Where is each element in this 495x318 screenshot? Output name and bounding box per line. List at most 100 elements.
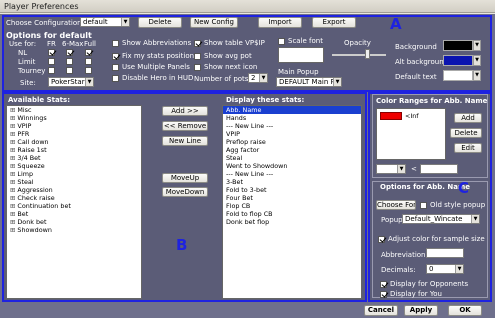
display-stats-list[interactable]: Abb. Name Hands --- New Line --- VPIP Preflo… (222, 105, 362, 299)
list-item[interactable]: ⊞ Continuation bet (7, 202, 141, 210)
chevron-down-icon[interactable]: ▼ (473, 55, 481, 66)
number-of-pots-select[interactable]: 2 ▼ (248, 73, 268, 83)
default-text-color-swatch[interactable] (443, 70, 473, 81)
list-item[interactable]: VPIP (223, 130, 361, 138)
list-item[interactable]: Abb. Name (223, 106, 361, 114)
tourney-6max-checkbox[interactable] (66, 67, 73, 74)
list-item[interactable]: ⊞ Check raise (7, 194, 141, 202)
show-table-vpip-checkbox[interactable] (194, 39, 201, 47)
show-next-icon-option[interactable]: Show next icon (194, 63, 257, 71)
new-line-button[interactable]: New Line (162, 136, 208, 146)
list-item[interactable]: ⊞ Call down (7, 138, 141, 146)
list-item[interactable]: Fold to 3-bet (223, 186, 361, 194)
disable-hero-option[interactable]: Disable Hero in HUD (112, 74, 193, 82)
adjust-color-checkbox[interactable] (378, 235, 385, 243)
nl-full-checkbox[interactable] (85, 49, 92, 56)
display-you-option[interactable]: Display for You (380, 290, 442, 298)
list-item[interactable]: Donk bet flop (223, 218, 361, 226)
list-item[interactable]: Hands (223, 114, 361, 122)
scale-font-checkbox[interactable] (278, 37, 285, 45)
list-item[interactable]: Fold to flop CB (223, 210, 361, 218)
color-range-entry[interactable]: <Inf (380, 112, 442, 120)
range-value-input[interactable] (420, 164, 458, 174)
adjust-color-option[interactable]: Adjust color for sample size (378, 235, 485, 243)
delete-range-button[interactable]: Delete (450, 128, 482, 138)
list-item[interactable]: ⊞ Limp (7, 170, 141, 178)
show-next-icon-checkbox[interactable] (194, 63, 201, 71)
list-item[interactable]: --- New Line --- (223, 170, 361, 178)
apply-button[interactable]: Apply (404, 305, 438, 316)
list-item[interactable]: ⊞ 3/4 Bet (7, 154, 141, 162)
list-item[interactable]: Flop CB (223, 202, 361, 210)
add-range-button[interactable]: Add (454, 113, 482, 123)
remove-stat-button[interactable]: << Remove (162, 121, 208, 131)
list-item[interactable]: ⊞ Misc (7, 106, 141, 114)
color-ranges-list[interactable]: <Inf (376, 108, 446, 160)
opacity-slider-track[interactable] (332, 54, 386, 56)
list-item[interactable]: ⊞ Winnings (7, 114, 141, 122)
cancel-button[interactable]: Cancel (364, 305, 398, 316)
alt-background-color-swatch[interactable] (443, 55, 473, 66)
nl-fr-checkbox[interactable] (48, 49, 55, 56)
scale-font-option[interactable]: Scale font (278, 37, 323, 45)
available-stats-list[interactable]: ⊞ Misc ⊞ Winnings ⊞ VPIP ⊞ PFR ⊞ Call down ⊞ … (6, 105, 142, 299)
move-down-button[interactable]: MoveDown (162, 187, 208, 197)
limit-fr-checkbox[interactable] (48, 58, 55, 65)
display-opponents-option[interactable]: Display for Opponents (380, 280, 468, 288)
delete-config-button[interactable]: Delete (138, 17, 182, 28)
show-table-vpip-option[interactable]: Show table VP$IP (194, 39, 265, 47)
fix-my-stats-option[interactable]: Fix my stats position (112, 52, 194, 60)
abbreviation-input[interactable] (426, 248, 464, 258)
list-item[interactable]: ⊞ Aggression (7, 186, 141, 194)
export-button[interactable]: Export (312, 17, 356, 28)
list-item[interactable]: Preflop raise (223, 138, 361, 146)
old-style-popup-option[interactable]: Old style popup (420, 201, 485, 209)
ok-button[interactable]: OK (448, 305, 482, 316)
main-popup-select[interactable]: DEFAULT Main Popup▼ (276, 77, 342, 87)
edit-range-button[interactable]: Edit (454, 143, 482, 153)
tourney-fr-checkbox[interactable] (48, 67, 55, 74)
list-item[interactable]: Went to Showdown (223, 162, 361, 170)
use-multiple-panels-checkbox[interactable] (112, 63, 119, 71)
show-abbreviations-checkbox[interactable] (112, 39, 119, 47)
list-item[interactable]: ⊞ VPIP (7, 122, 141, 130)
show-avg-pot-checkbox[interactable] (194, 52, 201, 60)
old-style-popup-checkbox[interactable] (420, 201, 427, 209)
disable-hero-checkbox[interactable] (112, 74, 119, 82)
list-item[interactable]: ⊞ Bet (7, 210, 141, 218)
chevron-down-icon[interactable]: ▼ (473, 40, 481, 51)
use-multiple-panels-option[interactable]: Use Multiple Panels (112, 63, 190, 71)
font-preview-box[interactable] (278, 47, 324, 63)
list-item[interactable]: --- New Line --- (223, 122, 361, 130)
popup-select[interactable]: Default_Wincate ▼ (402, 214, 480, 224)
list-item[interactable]: ⊞ PFR (7, 130, 141, 138)
list-item[interactable]: Agg factor (223, 146, 361, 154)
fix-my-stats-checkbox[interactable] (112, 52, 119, 60)
list-item[interactable]: ⊞ Squeeze (7, 162, 141, 170)
range-color-select[interactable]: ▼ (376, 164, 406, 174)
decimals-select[interactable]: 0 ▼ (426, 264, 464, 274)
config-select[interactable]: default ▼ (80, 17, 130, 27)
list-item[interactable]: ⊞ Donk bet (7, 218, 141, 226)
list-item[interactable]: 3-Bet (223, 178, 361, 186)
display-opponents-checkbox[interactable] (380, 280, 387, 288)
choose-font-button[interactable]: Choose Font (376, 200, 416, 210)
list-item[interactable]: ⊞ Steal (7, 178, 141, 186)
background-color-swatch[interactable] (443, 40, 473, 51)
add-stat-button[interactable]: Add >> (162, 106, 208, 116)
list-item[interactable]: ⊞ Raise 1st (7, 146, 141, 154)
nl-6max-checkbox[interactable] (66, 49, 73, 56)
tourney-full-checkbox[interactable] (85, 67, 92, 74)
list-item[interactable]: Four Bet (223, 194, 361, 202)
chevron-down-icon[interactable]: ▼ (473, 70, 481, 81)
show-abbreviations-option[interactable]: Show Abbreviations (112, 39, 191, 47)
limit-6max-checkbox[interactable] (66, 58, 73, 65)
opacity-slider-thumb[interactable] (365, 49, 371, 59)
list-item[interactable]: ⊞ Showdown (7, 226, 141, 234)
show-avg-pot-option[interactable]: Show avg pot (194, 52, 252, 60)
new-config-button[interactable]: New Config (190, 17, 238, 28)
site-select[interactable]: PokerStars ▼ (48, 77, 94, 87)
list-item[interactable]: Steal (223, 154, 361, 162)
move-up-button[interactable]: MoveUp (162, 173, 208, 183)
limit-full-checkbox[interactable] (85, 58, 92, 65)
